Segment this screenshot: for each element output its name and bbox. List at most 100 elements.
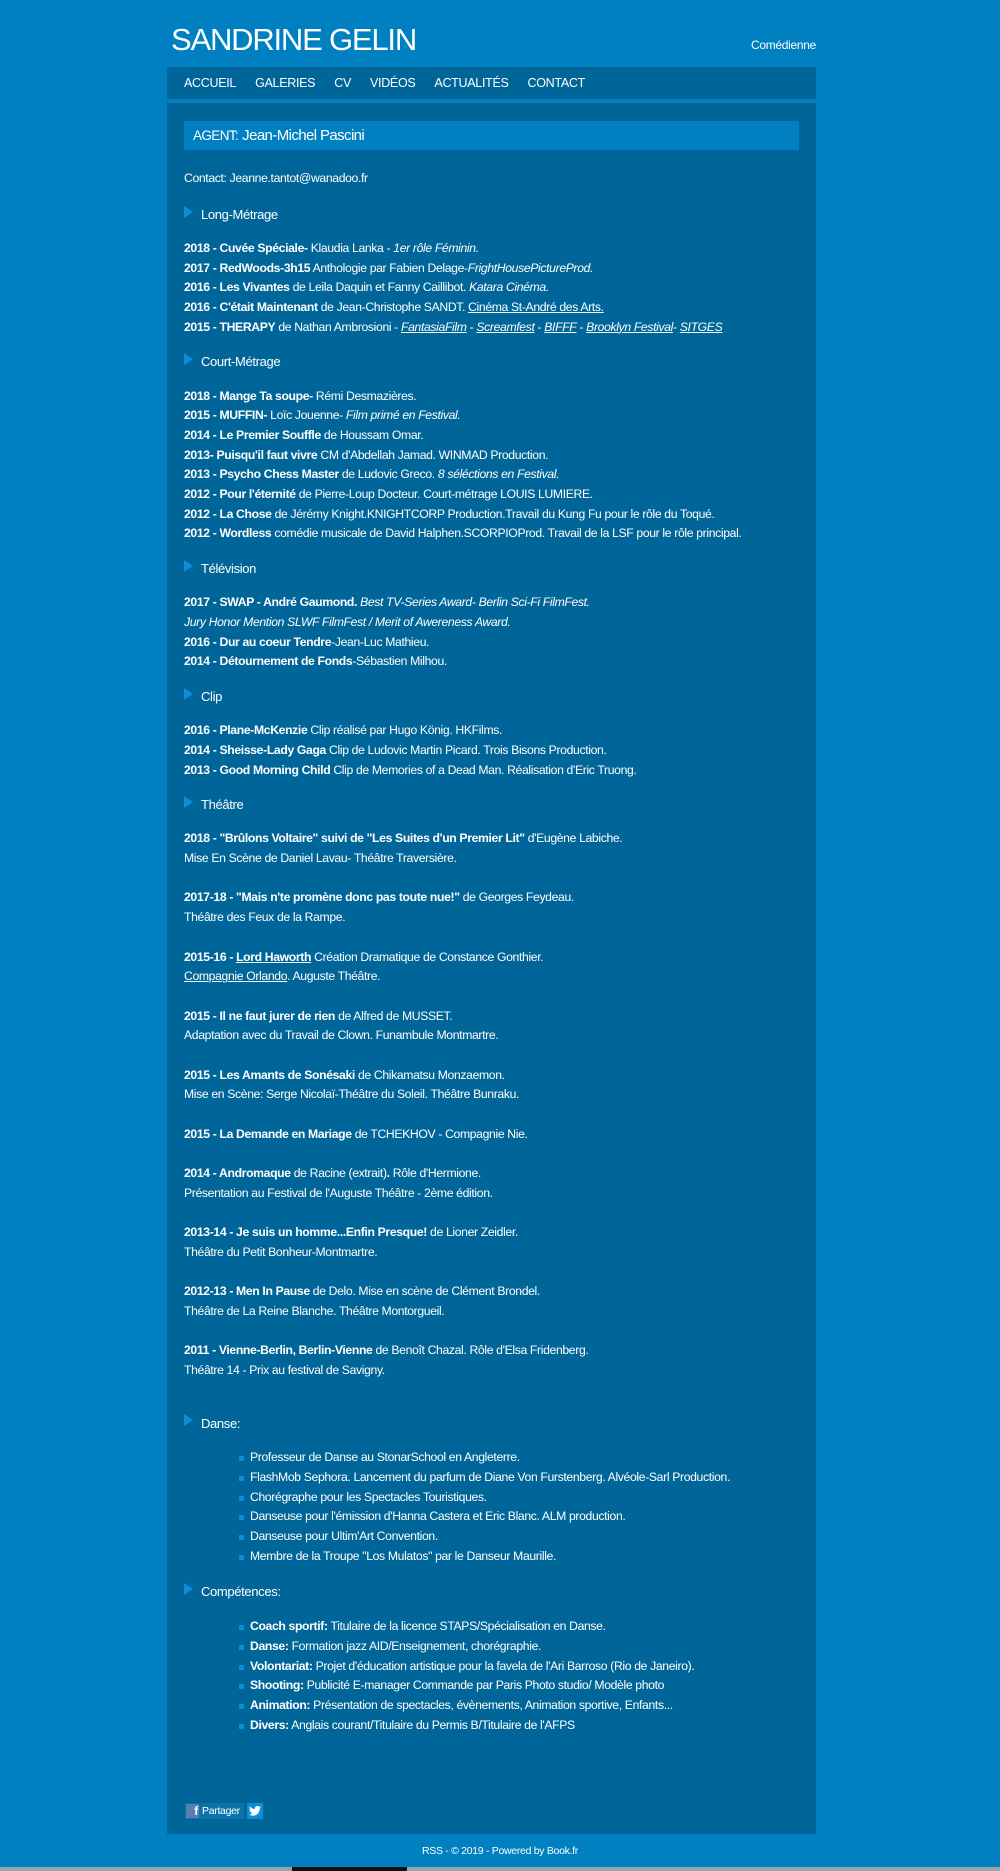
cv-entry: 2015 - THERAPY de Nathan Ambrosioni - Fa… <box>184 318 804 338</box>
text-segment: 2013- Puisqu'il faut vivre <box>184 447 318 462</box>
nav-galeries[interactable]: GALERIES <box>255 76 315 90</box>
cv-entry: 2013 - Good Morning Child Clip de Memori… <box>184 761 804 781</box>
list-item: Coach sportif: Titulaire de la licence S… <box>239 1617 804 1637</box>
text-segment: Mise En Scène de Daniel Lavau- Théâtre T… <box>184 851 457 866</box>
section-heading: Compétences: <box>184 1582 804 1602</box>
text-segment: de Racine (extrait) <box>290 1166 387 1181</box>
nav-actualites[interactable]: ACTUALITÉS <box>434 76 508 90</box>
list-item: Membre de la Troupe "Los Mulatos" par le… <box>239 1547 804 1567</box>
cv-entry: 2017 - SWAP - André Gaumond. Best TV-Ser… <box>184 593 804 613</box>
section-title: Compétences: <box>201 1584 281 1600</box>
cv-entry: 2016 - Les Vivantes de Leila Daquin et F… <box>184 278 804 298</box>
entry-line: Théâtre des Feux de la Rampe. <box>184 908 804 928</box>
link-text[interactable]: Cinéma St-André des Arts. <box>468 300 604 314</box>
text-segment: de Chikamatsu Monzaemon. <box>354 1067 505 1082</box>
text-segment: Mise en Scène: Serge Nicolaï-Théâtre du … <box>184 1087 520 1102</box>
theatre-entry: 2018 - "Brûlons Voltaire" suivi de "Les … <box>184 829 804 868</box>
text-segment: Titulaire de la licence STAPS/Spécialisa… <box>327 1619 606 1634</box>
theatre-entry: 2017-18 - "Mais n'te promène donc pas to… <box>184 888 804 927</box>
text-segment: 2016 - Dur au coeur Tendre <box>184 634 332 649</box>
agent-label: AGENT: <box>193 128 239 143</box>
text-segment: Divers: <box>250 1717 289 1732</box>
text-segment: de Nathan Ambrosioni - <box>275 319 402 334</box>
nav-accueil[interactable]: ACCUEIL <box>184 76 236 90</box>
list-item: Danseuse pour Ultim'Art Convention. <box>239 1527 804 1547</box>
section-heading: Danse: <box>184 1414 804 1434</box>
text-segment: 2015-16 - <box>184 949 237 964</box>
link-text[interactable]: Brooklyn Festival <box>586 320 673 334</box>
entry-line: Présentation au Festival de l'Auguste Th… <box>184 1184 804 1204</box>
text-segment: de Benoît Chazal. Rôle d'Elsa Fridenberg… <box>372 1343 589 1358</box>
nav-videos[interactable]: VIDÉOS <box>370 76 416 90</box>
nav-cv[interactable]: CV <box>334 76 351 90</box>
twitter-share-button[interactable] <box>246 1803 263 1819</box>
cv-entry: 2014 - Sheisse-Lady Gaga Clip de Ludovic… <box>184 741 804 761</box>
theatre-entry: 2014 - Andromaque de Racine (extrait). R… <box>184 1164 804 1203</box>
text-segment: Best TV-Series Award- Berlin Sci-Fi Film… <box>357 595 590 610</box>
cv-entry: Jury Honor Mention SLWF FilmFest / Merit… <box>184 613 804 633</box>
section-6: Compétences: Coach sportif: Titulaire de … <box>184 1582 804 1735</box>
text-segment: 2012 - Pour l'éternité <box>184 486 296 501</box>
text-segment: 2012 - La Chose <box>184 506 272 521</box>
list-item: FlashMob Sephora. Lancement du parfum de… <box>239 1468 804 1488</box>
theatre-entry: 2015-16 - Lord Haworth Création Dramatiq… <box>184 948 804 987</box>
site-title[interactable]: SANDRINE GELIN <box>171 22 417 58</box>
list-item: Danse: Formation jazz AID/Enseignement, … <box>239 1637 804 1657</box>
entry-line: 2015 - Il ne faut jurer de rien de Alfre… <box>184 1007 804 1027</box>
text-segment: Projet d'éducation artistique pour la fa… <box>312 1658 695 1673</box>
facebook-share-label: Partager <box>202 1805 240 1817</box>
section-heading: Long-Métrage <box>184 205 804 225</box>
text-segment: Volontariat: <box>250 1658 313 1673</box>
cv-entry: 2016 - Dur au coeur Tendre-Jean-Luc Math… <box>184 633 804 653</box>
link-text[interactable]: Compagnie Orlando <box>184 969 287 983</box>
text-segment: 1er rôle Féminin. <box>393 240 479 255</box>
content-panel: AGENT: Jean-Michel Pascini Contact: Jean… <box>167 103 816 1834</box>
cv-entry: 2018 - Cuvée Spéciale- Klaudia Lanka - 1… <box>184 239 804 259</box>
entry-line: Mise en Scène: Serge Nicolaï-Théâtre du … <box>184 1085 804 1105</box>
text-segment: CM d'Abdellah Jamad. WINMAD Production. <box>317 447 549 462</box>
text-segment: 2015 - Il ne faut jurer de rien <box>184 1008 336 1023</box>
text-segment: FlashMob Sephora. Lancement du parfum de… <box>250 1470 731 1484</box>
text-segment: Klaudia Lanka - <box>307 240 394 255</box>
nav-contact[interactable]: CONTACT <box>528 76 586 90</box>
list-item: Shooting: Publicité E-manager Commande p… <box>239 1676 804 1696</box>
text-segment: 2015 - Les Amants de Sonésaki <box>184 1067 355 1082</box>
link-text[interactable]: Lord Haworth <box>236 950 311 964</box>
link-text[interactable]: BIFFF <box>544 320 576 334</box>
entry-line: Compagnie Orlando. Auguste Théâtre. <box>184 967 804 987</box>
text-segment: Rémi Desmazières. <box>312 388 417 403</box>
list-item: Chorégraphe pour les Spectacles Touristi… <box>239 1488 804 1508</box>
triangle-bullet-icon <box>184 1414 193 1427</box>
section-5: Danse: Professeur de Danse au StonarSchoo… <box>184 1414 804 1567</box>
link-text[interactable]: Screamfest <box>476 320 534 334</box>
text-segment: . Auguste Théâtre. <box>287 969 381 984</box>
text-segment: Jury Honor Mention SLWF FilmFest / Merit… <box>184 614 511 629</box>
section-heading: Clip <box>184 687 804 707</box>
cv-entry: 2017 - RedWoods-3h15 Anthologie par Fabi… <box>184 259 804 279</box>
text-segment: Membre de la Troupe "Los Mulatos" par le… <box>250 1548 557 1563</box>
text-segment: 2017-18 - "Mais n'te promène donc pas to… <box>184 890 460 905</box>
text-segment: Shooting: <box>250 1678 304 1693</box>
text-segment: Théâtre du Petit Bonheur-Montmartre. <box>184 1244 378 1259</box>
text-segment: Anthologie par Fabien Delage- <box>310 260 469 275</box>
text-segment: Anglais courant/Titulaire du Permis B/Ti… <box>288 1717 575 1732</box>
text-segment: 2017 - RedWoods-3h15 <box>184 260 311 275</box>
text-segment: 2013 - Psycho Chess Master <box>184 467 339 482</box>
text-segment: Loïc Jouenne- <box>267 408 346 423</box>
link-text[interactable]: SITGES <box>680 320 723 334</box>
text-segment: 2015 - MUFFIN- <box>184 408 268 423</box>
theatre-entry: 2015 - Les Amants de Sonésaki de Chikama… <box>184 1066 804 1105</box>
text-segment: de Ludovic Greco. <box>338 467 438 482</box>
text-segment: de Georges Feydeau. <box>459 890 575 905</box>
section-0: Long-Métrage 2018 - Cuvée Spéciale- Klaud… <box>184 205 804 338</box>
cv-entry: 2016 - C'était Maintenant de Jean-Christ… <box>184 298 804 318</box>
text-segment: Publicité E-manager Commande par Paris P… <box>303 1678 665 1693</box>
facebook-share-button[interactable]: f Partager <box>185 1803 244 1819</box>
entry-line: 2015-16 - Lord Haworth Création Dramatiq… <box>184 948 804 968</box>
link-text[interactable]: FantasiaFilm <box>401 320 467 334</box>
cv-entry: 2014 - Détournement de Fonds-Sébastien M… <box>184 652 804 672</box>
bottom-strip <box>0 1867 1000 1871</box>
text-segment: de Alfred de MUSSET. <box>335 1008 453 1023</box>
section-title: Court-Métrage <box>201 354 281 370</box>
text-segment: 2013 - Good Morning Child <box>184 762 331 777</box>
